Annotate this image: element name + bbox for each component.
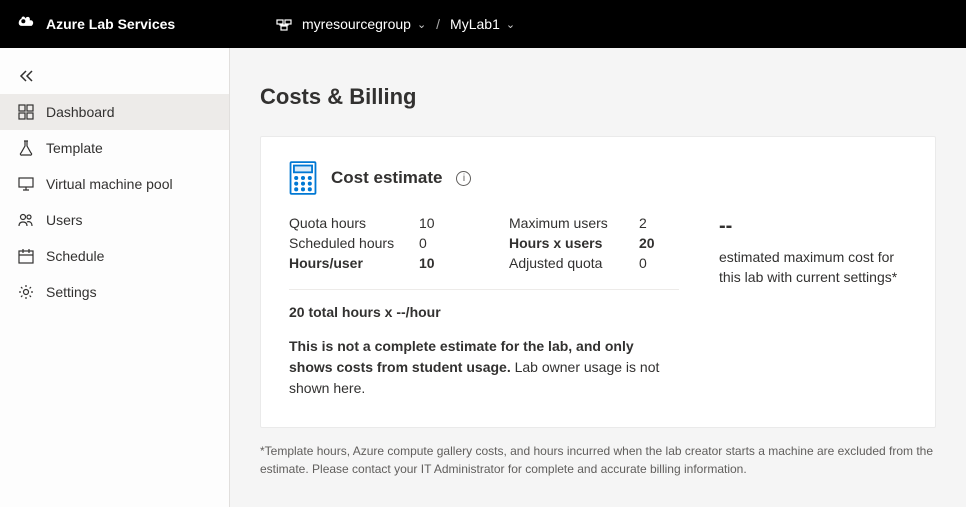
card-title: Cost estimate xyxy=(331,168,442,188)
page-title: Costs & Billing xyxy=(260,84,936,110)
calculator-icon xyxy=(289,161,317,195)
adjusted-quota-label: Adjusted quota xyxy=(509,255,639,271)
footnote: *Template hours, Azure compute gallery c… xyxy=(260,442,936,478)
cost-summary: -- estimated maximum cost for this lab w… xyxy=(697,215,907,399)
sidebar-item-label: Template xyxy=(46,140,103,156)
topbar: Azure Lab Services myresourcegroup ⌄ / M… xyxy=(0,0,966,48)
sidebar-item-settings[interactable]: Settings xyxy=(0,274,229,310)
breadcrumb: myresourcegroup ⌄ / MyLab1 ⌄ xyxy=(276,16,515,32)
hours-per-user-value: 10 xyxy=(419,255,459,271)
sidebar-item-label: Dashboard xyxy=(46,104,115,120)
sidebar-item-label: Virtual machine pool xyxy=(46,176,173,192)
sidebar-item-vm-pool[interactable]: Virtual machine pool xyxy=(0,166,229,202)
main-content: Costs & Billing Cost estimate i xyxy=(230,48,966,507)
max-users-label: Maximum users xyxy=(509,215,639,231)
sidebar-item-template[interactable]: Template xyxy=(0,130,229,166)
brand[interactable]: Azure Lab Services xyxy=(16,13,276,35)
monitor-icon xyxy=(18,176,34,192)
gear-icon xyxy=(18,284,34,300)
stats-col-1: Quota hours 10 Scheduled hours 0 Hours/u… xyxy=(289,215,459,271)
max-users-value: 2 xyxy=(639,215,679,231)
sidebar-collapse-button[interactable] xyxy=(0,58,229,94)
stats-row: Quota hours 10 Scheduled hours 0 Hours/u… xyxy=(289,215,679,290)
sidebar-item-schedule[interactable]: Schedule xyxy=(0,238,229,274)
dashboard-icon xyxy=(18,104,34,120)
adjusted-quota-value: 0 xyxy=(639,255,679,271)
info-icon[interactable]: i xyxy=(456,171,471,186)
hours-x-users-label: Hours x users xyxy=(509,235,639,251)
resource-group-icon xyxy=(276,16,292,32)
hours-x-users-value: 20 xyxy=(639,235,679,251)
stats-col-2: Maximum users 2 Hours x users 20 Adjuste… xyxy=(509,215,679,271)
cost-desc: estimated maximum cost for this lab with… xyxy=(719,248,907,287)
breadcrumb-separator: / xyxy=(436,16,440,32)
estimate-note: This is not a complete estimate for the … xyxy=(289,336,679,399)
card-header: Cost estimate i xyxy=(289,161,907,195)
breadcrumb-resource-group[interactable]: myresourcegroup ⌄ xyxy=(302,16,426,32)
hours-per-user-label: Hours/user xyxy=(289,255,419,271)
flask-icon xyxy=(18,140,34,156)
breadcrumb-resource-group-label: myresourcegroup xyxy=(302,16,411,32)
formula-section: 20 total hours x --/hour This is not a c… xyxy=(289,290,679,399)
breadcrumb-lab-label: MyLab1 xyxy=(450,16,500,32)
cost-amount: -- xyxy=(719,215,907,238)
calendar-icon xyxy=(18,248,34,264)
quota-hours-label: Quota hours xyxy=(289,215,419,231)
breadcrumb-lab[interactable]: MyLab1 ⌄ xyxy=(450,16,515,32)
sidebar-item-label: Schedule xyxy=(46,248,104,264)
quota-hours-value: 10 xyxy=(419,215,459,231)
scheduled-hours-label: Scheduled hours xyxy=(289,235,419,251)
sidebar-item-users[interactable]: Users xyxy=(0,202,229,238)
chevron-double-left-icon xyxy=(18,69,36,83)
scheduled-hours-value: 0 xyxy=(419,235,459,251)
users-icon xyxy=(18,212,34,228)
cost-estimate-card: Cost estimate i Quota hours 10 Scheduled… xyxy=(260,136,936,428)
chevron-down-icon: ⌄ xyxy=(417,18,426,31)
formula-text: 20 total hours x --/hour xyxy=(289,304,679,320)
chevron-down-icon: ⌄ xyxy=(506,18,515,31)
brand-label: Azure Lab Services xyxy=(46,16,175,32)
sidebar-item-label: Users xyxy=(46,212,83,228)
sidebar-item-label: Settings xyxy=(46,284,97,300)
sidebar-item-dashboard[interactable]: Dashboard xyxy=(0,94,229,130)
azure-logo-icon xyxy=(16,13,38,35)
sidebar: Dashboard Template Virtual machine pool … xyxy=(0,48,230,507)
